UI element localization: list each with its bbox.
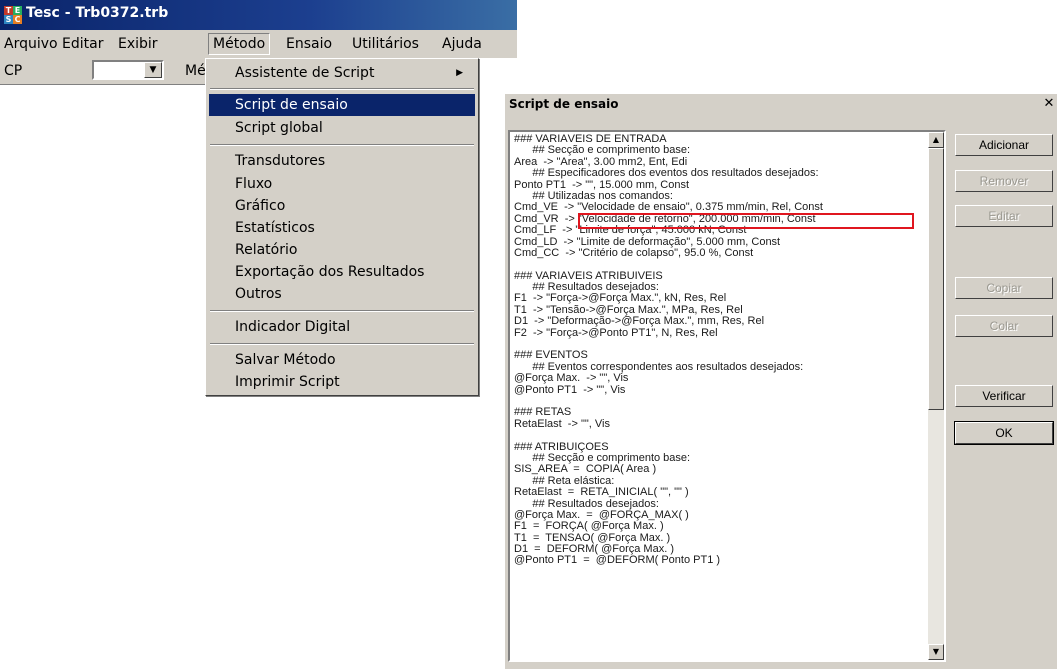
script-line: RetaElast -> "", Vis — [514, 418, 610, 430]
close-icon[interactable]: ✕ — [1041, 96, 1057, 112]
script-line: D1 = DEFORM( @Força Max. ) — [514, 544, 674, 556]
script-line: ## Utilizadas nos comandos: — [514, 190, 673, 202]
script-line: Cmd_LD -> "Limite de deformação", 5.000 … — [514, 236, 781, 248]
script-line: ## Resultados desejados: — [514, 282, 659, 294]
script-line: ### EVENTOS — [514, 350, 588, 362]
ok-button[interactable]: OK — [954, 421, 1054, 445]
menu-item-exportacao-dos-resultados[interactable]: Exportação dos Resultados — [209, 261, 475, 283]
menu-separator — [210, 310, 474, 312]
script-line: F1 -> "Força->@Força Max.", kN, Res, Rel — [514, 293, 727, 305]
menu-item-grafico[interactable]: Gráfico — [209, 195, 475, 217]
menu-utilitarios[interactable]: Utilitários — [348, 34, 423, 54]
menu-item-estatisticos[interactable]: Estatísticos — [209, 217, 475, 239]
script-line: ### VARIÁVEIS ATRIBUÍVEIS — [514, 270, 663, 282]
dialog-titlebar[interactable]: Script de ensaio ✕ — [505, 94, 1057, 116]
script-line: F2 -> "Força->@Ponto PT1", N, Res, Rel — [514, 327, 718, 339]
script-line: Cmd_CC -> "Critério de colapso", 95.0 %,… — [514, 247, 754, 259]
menu-separator — [210, 343, 474, 345]
menu-item-assistente-de-script[interactable]: Assistente de Script ▶ — [209, 62, 475, 84]
adicionar-button[interactable]: Adicionar — [955, 134, 1053, 156]
script-line: @Força Max. = @FORÇA_MAX( ) — [514, 509, 689, 521]
script-line: @Força Max. -> "", Vis — [514, 373, 629, 385]
menu-ajuda[interactable]: Ajuda — [438, 34, 486, 54]
script-line: ### ATRIBUIÇÕES — [514, 441, 609, 453]
dialog-title: Script de ensaio — [509, 97, 619, 111]
script-line: ## Secção e comprimento base: — [514, 145, 691, 157]
script-line — [514, 430, 924, 441]
chevron-down-icon[interactable]: ▼ — [144, 62, 162, 78]
highlight-annotation-box — [578, 213, 914, 229]
logo-letter-s: S — [4, 15, 13, 24]
scroll-down-icon[interactable]: ▼ — [928, 644, 944, 660]
script-dialog: Script de ensaio ✕ ### VARIÁVEIS DE ENTR… — [505, 94, 1057, 669]
script-line: ## Especificadores dos eventos dos resul… — [514, 168, 819, 180]
menu-exibir[interactable]: Exibir — [114, 34, 162, 54]
menu-item-salvar-metodo[interactable]: Salvar Método — [209, 349, 475, 371]
logo-letter-c: C — [13, 15, 22, 24]
menu-item-indicador-digital[interactable]: Indicador Digital — [209, 316, 475, 338]
script-line: @Ponto PT1 -> "", Vis — [514, 384, 626, 396]
script-line: F1 = FORÇA( @Força Max. ) — [514, 521, 664, 533]
script-line: SIS_ÁREA = CÓPIA( Area ) — [514, 464, 657, 476]
script-line: ### RETAS — [514, 407, 572, 419]
cp-label: CP — [4, 63, 23, 79]
script-line: ## Secção e comprimento base: — [514, 452, 691, 464]
script-line: T1 = TENSÃO( @Força Max. ) — [514, 532, 671, 544]
copiar-button[interactable]: Copiar — [955, 277, 1053, 299]
cp-combo[interactable]: ▼ — [92, 60, 164, 80]
menu-metodo[interactable]: Método — [208, 33, 271, 55]
remover-button[interactable]: Remover — [955, 170, 1053, 192]
menu-item-label: Assistente de Script — [235, 65, 375, 81]
menu-ensaio[interactable]: Ensaio — [282, 34, 336, 54]
metodo-dropdown-menu: Assistente de Script ▶ Script de ensaio … — [205, 58, 479, 396]
me-label: Mé — [185, 63, 206, 79]
menu-item-script-global[interactable]: Script global — [209, 117, 475, 139]
scroll-up-icon[interactable]: ▲ — [928, 132, 944, 148]
script-line: Ponto PT1 -> "", 15.000 mm, Const — [514, 179, 690, 191]
logo-letter-t: T — [4, 6, 13, 15]
menubar: Arquivo Editar Exibir Método Ensaio Util… — [0, 30, 517, 58]
script-text: ### VARIÁVEIS DE ENTRADA ## Secção e com… — [514, 134, 924, 567]
script-line: ## Eventos correspondentes aos resultado… — [514, 361, 804, 373]
script-line: @Ponto PT1 = @DEFORM( Ponto PT1 ) — [514, 555, 721, 567]
toolbar: CP ▼ Mé — [0, 58, 220, 85]
script-editor[interactable]: ### VARIÁVEIS DE ENTRADA ## Secção e com… — [508, 130, 946, 662]
menu-item-imprimir-script[interactable]: Imprimir Script — [209, 371, 475, 393]
vertical-scrollbar[interactable]: ▲ ▼ — [928, 132, 944, 660]
menu-item-fluxo[interactable]: Fluxo — [209, 173, 475, 195]
scrollbar-thumb[interactable] — [928, 148, 944, 410]
submenu-arrow-icon: ▶ — [456, 68, 463, 78]
menu-item-script-de-ensaio[interactable]: Script de ensaio — [209, 94, 475, 116]
menu-item-outros[interactable]: Outros — [209, 283, 475, 305]
script-line: Area -> "Área", 3.00 mm2, Ent, Edi — [514, 156, 688, 168]
script-line — [514, 259, 924, 270]
logo-letter-e: E — [13, 6, 22, 15]
script-line: T1 -> "Tensão->@Força Max.", MPa, Res, R… — [514, 304, 743, 316]
verificar-button[interactable]: Verificar — [955, 385, 1053, 407]
script-line: D1 -> "Deformação->@Força Max.", mm, Res… — [514, 316, 765, 328]
menu-item-relatorio[interactable]: Relatório — [209, 239, 475, 261]
menu-separator — [210, 88, 474, 90]
menu-editar[interactable]: Editar — [58, 34, 107, 54]
menu-separator — [210, 144, 474, 146]
menu-arquivo[interactable]: Arquivo — [0, 34, 62, 54]
editar-button[interactable]: Editar — [955, 205, 1053, 227]
script-line — [514, 339, 924, 350]
script-line: ## Reta elástica: — [514, 475, 615, 487]
app-logo-icon: T E S C — [4, 6, 22, 24]
script-line: ### VARIÁVEIS DE ENTRADA — [514, 134, 667, 145]
app-titlebar[interactable]: T E S C Tesc - Trb0372.trb — [0, 0, 517, 30]
script-line: RetaElast = RETA_INICIAL( "", "" ) — [514, 487, 689, 499]
script-line — [514, 396, 924, 407]
menu-item-transdutores[interactable]: Transdutores — [209, 150, 475, 172]
app-title: Tesc - Trb0372.trb — [26, 5, 169, 21]
colar-button[interactable]: Colar — [955, 315, 1053, 337]
script-line: ## Resultados desejados: — [514, 498, 659, 510]
